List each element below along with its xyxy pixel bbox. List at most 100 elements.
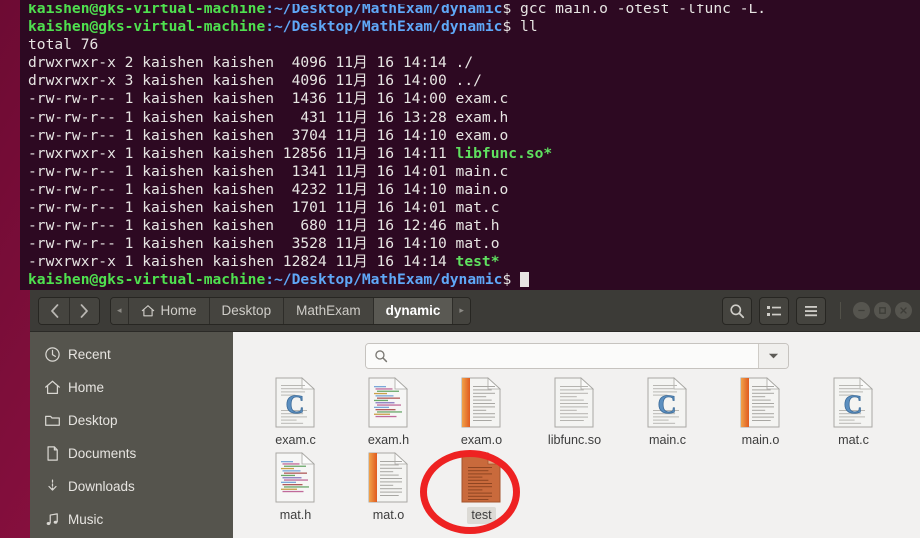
home-icon (43, 379, 61, 397)
terminal-output: kaishen@gks-virtual-machine:~/Desktop/Ma… (24, 0, 916, 290)
breadcrumb-scroll-left[interactable]: ◂ (111, 297, 128, 324)
object-file-icon (458, 377, 506, 429)
file-manager-body: Recent Home Desktop Documents Downloads … (30, 332, 920, 538)
icon-grid: Cexam.c exam.h exam.o libfunc.so Cmain.c (233, 374, 920, 524)
back-button[interactable] (39, 297, 69, 324)
breadcrumb-item-dynamic[interactable]: dynamic (372, 297, 453, 324)
svg-text:C: C (843, 390, 862, 419)
search-icon (374, 350, 387, 363)
file-item-exam-o[interactable]: exam.o (435, 374, 528, 449)
terminal-command: $ ll (502, 18, 538, 36)
close-button[interactable] (895, 302, 912, 319)
home-icon (141, 304, 155, 318)
terminal-ls-meta: -rw-rw-r-- 1 kaishen kaishen 3528 11月 16… (28, 235, 456, 253)
header-file-icon (365, 377, 413, 429)
terminal-ls-filename: main.c (455, 162, 509, 180)
document-icon (43, 445, 61, 463)
svg-text:C: C (657, 390, 676, 419)
file-manager-window[interactable]: ◂ Home Desktop MathExam dynamic ▸ Recent… (30, 290, 920, 538)
terminal-prompt-user: kaishen@gks-virtual-machine (28, 18, 266, 36)
file-item-exam-h[interactable]: exam.h (342, 374, 435, 449)
terminal-window[interactable]: kaishen@gks-virtual-machine:~/Desktop/Ma… (20, 0, 920, 290)
terminal-ls-filename: test* (455, 253, 500, 271)
terminal-ls-meta: -rw-rw-r-- 1 kaishen kaishen 680 11月 16 … (28, 217, 456, 235)
terminal-line: -rw-rw-r-- 1 kaishen kaishen 1436 11月 16… (28, 90, 916, 108)
file-label: exam.c (275, 433, 316, 447)
breadcrumb-item-desktop[interactable]: Desktop (208, 297, 284, 324)
terminal-top-clip (20, 0, 920, 4)
terminal-ls-meta: -rwxrwxr-x 1 kaishen kaishen 12824 11月 1… (28, 253, 456, 271)
search-icon (730, 303, 745, 318)
file-list-area[interactable]: Cexam.c exam.h exam.o libfunc.so Cmain.c (233, 332, 920, 538)
terminal-line: total 76 (28, 36, 916, 54)
terminal-line: drwxrwxr-x 3 kaishen kaishen 4096 11月 16… (28, 72, 916, 90)
terminal-ls-filename: exam.c (455, 90, 509, 108)
breadcrumb-label: Home (160, 303, 197, 318)
close-icon (900, 307, 907, 314)
sidebar-item-recent[interactable]: Recent (30, 338, 233, 371)
sidebar-item-downloads[interactable]: Downloads (30, 470, 233, 503)
file-item-mat-h[interactable]: mat.h (249, 449, 342, 524)
breadcrumb-scroll-right[interactable]: ▸ (452, 297, 470, 324)
breadcrumb: ◂ Home Desktop MathExam dynamic ▸ (110, 296, 471, 325)
sidebar-item-home[interactable]: Home (30, 371, 233, 404)
sidebar-item-desktop[interactable]: Desktop (30, 404, 233, 437)
search-input[interactable] (393, 348, 758, 364)
file-item-libfunc-so[interactable]: libfunc.so (528, 374, 621, 449)
chevron-left-icon (50, 303, 58, 318)
terminal-ls-filename: mat.h (455, 217, 500, 235)
terminal-line: drwxrwxr-x 2 kaishen kaishen 4096 11月 16… (28, 54, 916, 72)
file-label: main.c (648, 433, 687, 447)
search-bar[interactable] (364, 343, 789, 369)
plain-file-icon (551, 377, 599, 429)
terminal-ls-meta: -rw-rw-r-- 1 kaishen kaishen 4232 11月 16… (28, 180, 456, 198)
file-label: libfunc.so (547, 433, 602, 447)
terminal-ls-meta: drwxrwxr-x 3 kaishen kaishen 4096 11月 16… (28, 72, 456, 90)
terminal-ls-filename: main.o (455, 180, 509, 198)
chevron-right-icon (80, 303, 88, 318)
breadcrumb-item-mathexam[interactable]: MathExam (283, 297, 373, 324)
terminal-ls-meta: -rw-rw-r-- 1 kaishen kaishen 1701 11月 16… (28, 199, 456, 217)
search-dropdown-button[interactable] (757, 344, 788, 368)
terminal-line: -rw-rw-r-- 1 kaishen kaishen 4232 11月 16… (28, 181, 916, 199)
hamburger-icon (805, 305, 817, 316)
terminal-line: -rw-rw-r-- 1 kaishen kaishen 680 11月 16 … (28, 217, 916, 235)
search-button[interactable] (722, 296, 752, 325)
file-item-mat-c[interactable]: Cmat.c (807, 374, 900, 449)
terminal-prompt-path: :~/Desktop/MathExam/dynamic (265, 18, 503, 36)
terminal-line: -rwxrwxr-x 1 kaishen kaishen 12856 11月 1… (28, 145, 916, 163)
file-item-main-c[interactable]: Cmain.c (621, 374, 714, 449)
breadcrumb-item-home[interactable]: Home (127, 297, 209, 324)
file-item-main-o[interactable]: main.o (714, 374, 807, 449)
view-options-button[interactable] (759, 296, 789, 325)
terminal-ls-filename: mat.o (455, 235, 500, 253)
terminal-line: -rw-rw-r-- 1 kaishen kaishen 1341 11月 16… (28, 163, 916, 181)
music-icon (43, 511, 61, 529)
menu-button[interactable] (796, 296, 826, 325)
file-item-mat-o[interactable]: mat.o (342, 449, 435, 524)
sidebar-item-documents[interactable]: Documents (30, 437, 233, 470)
terminal-ls-filename: libfunc.so* (455, 144, 553, 162)
terminal-text: total 76 (28, 36, 99, 54)
c-source-file-icon: C (644, 377, 692, 429)
search-input-wrapper[interactable] (365, 344, 758, 368)
minimize-button[interactable] (853, 302, 870, 319)
forward-button[interactable] (69, 297, 99, 324)
file-label: exam.h (367, 433, 410, 447)
desktop-background: kaishen@gks-virtual-machine:~/Desktop/Ma… (0, 0, 920, 538)
sidebar-item-label: Downloads (68, 479, 135, 494)
terminal-line: -rw-rw-r-- 1 kaishen kaishen 3704 11月 16… (28, 127, 916, 145)
maximize-button[interactable] (874, 302, 891, 319)
file-label: exam.o (460, 433, 503, 447)
terminal-ls-filename: exam.h (455, 108, 509, 126)
object-file-icon (365, 452, 413, 504)
sidebar-item-music[interactable]: Music (30, 503, 233, 536)
clock-icon (43, 346, 61, 364)
sidebar-item-label: Music (68, 512, 104, 527)
terminal-line: -rw-rw-r-- 1 kaishen kaishen 1701 11月 16… (28, 199, 916, 217)
file-item-exam-c[interactable]: Cexam.c (249, 374, 342, 449)
sidebar-item-label: Home (68, 380, 105, 395)
sidebar: Recent Home Desktop Documents Downloads … (30, 332, 233, 538)
sidebar-item-label: Desktop (68, 413, 118, 428)
file-item-test[interactable]: test (435, 449, 528, 524)
